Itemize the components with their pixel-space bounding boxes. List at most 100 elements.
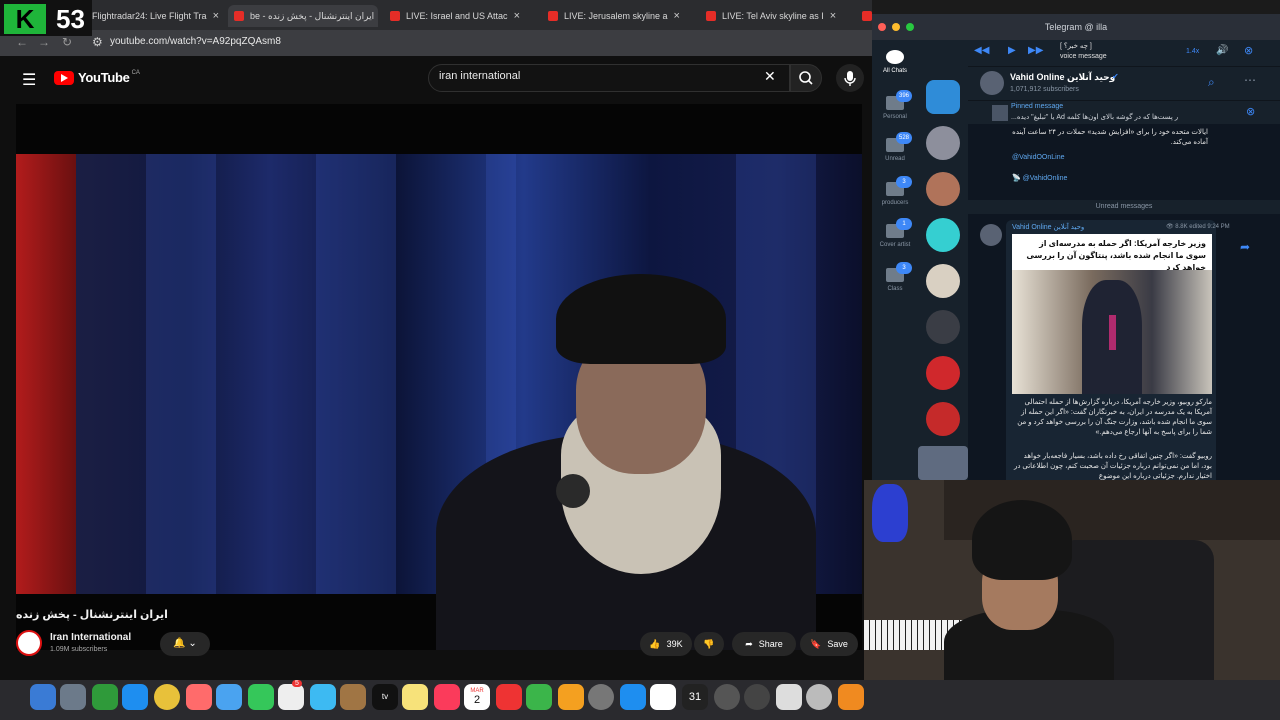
notes-icon[interactable]: 5 [278, 680, 304, 710]
post-author[interactable]: Vahid Online وحید آنلاین [1012, 223, 1084, 231]
folder-all-chats[interactable]: All Chats [872, 50, 918, 74]
search-input[interactable]: iran international [428, 64, 790, 92]
forward-icon[interactable]: → [38, 35, 50, 49]
chat-avatar[interactable] [926, 126, 960, 160]
tab-live-jerusalem[interactable]: LIVE: Jerusalem skyline a × [548, 5, 698, 27]
app-icon[interactable] [744, 684, 770, 710]
message-area: ایالات متحده خود را برای «افزایش شدید» ح… [968, 124, 1280, 480]
channel-avatar[interactable] [16, 630, 42, 656]
tab-iran-international[interactable]: be - ایران اینترنشنال - پخش زنده× [228, 5, 378, 27]
browser-tab-bar: Flightradar24: Live Flight Tra × be - ایر… [0, 0, 872, 30]
folder-personal[interactable]: 396 Personal [872, 90, 918, 120]
chat-avatar[interactable] [926, 80, 960, 114]
playback-speed[interactable]: 1.4x [1186, 48, 1199, 55]
close-icon[interactable]: × [674, 10, 680, 22]
chat-bubbles-icon [886, 50, 904, 64]
youtube-logo[interactable]: YouTube CA [54, 70, 140, 85]
search-button[interactable] [790, 64, 822, 92]
folder-class[interactable]: 3 Class [872, 262, 918, 292]
tab-live-tel-aviv[interactable]: LIVE: Tel Aviv skyline as I × [706, 5, 856, 27]
stickies-icon[interactable] [402, 684, 428, 710]
photos-icon[interactable] [186, 684, 212, 710]
facetime-icon[interactable] [248, 684, 274, 710]
chat-avatar[interactable] [926, 356, 960, 390]
handle-link[interactable]: @VahidOOnLine [1012, 154, 1065, 161]
app-icon[interactable] [340, 684, 366, 710]
url-field[interactable]: youtube.com/watch?v=A92pqZQAsm8 [110, 36, 281, 47]
voice-search-button[interactable] [836, 64, 864, 92]
close-pinned-icon[interactable]: ⊗ [1246, 105, 1255, 118]
app-store-icon[interactable] [620, 684, 646, 710]
channel-post: Vahid Online وحید آنلاین 👁 8.8K edited 9… [1006, 220, 1230, 480]
pinned-message-bar[interactable]: Pinned message ر پست‌ها که در گوشه بالای… [968, 100, 1280, 124]
chat-avatar[interactable] [926, 218, 960, 252]
like-button[interactable]: 👍 39K [640, 632, 692, 656]
author-avatar[interactable] [980, 224, 1002, 246]
back-icon[interactable]: ← [16, 35, 28, 49]
zoom-window-icon[interactable] [906, 23, 914, 31]
notion-icon[interactable] [650, 684, 676, 710]
subscriber-count: 1.09M subscribers [50, 646, 108, 653]
reload-icon[interactable]: ↻ [62, 35, 72, 49]
launchpad-icon[interactable] [60, 684, 86, 710]
more-icon[interactable]: ⋯ [1244, 73, 1256, 87]
close-player-icon[interactable]: ⊗ [1244, 44, 1253, 57]
forward-icon[interactable]: ➦ [1240, 240, 1250, 254]
close-window-icon[interactable] [878, 23, 886, 31]
folder-unread[interactable]: 528 Unread [872, 132, 918, 162]
pages-icon[interactable] [558, 684, 584, 710]
music-icon[interactable] [434, 684, 460, 710]
notification-bell-button[interactable]: 🔔 ⌄ [160, 632, 210, 656]
share-button[interactable]: ➦ Share [732, 632, 796, 656]
mail-icon[interactable] [216, 684, 242, 710]
fast-forward-icon[interactable]: ▶▶ [1028, 45, 1043, 56]
menu-icon[interactable]: ☰ [22, 70, 36, 90]
minimize-window-icon[interactable] [892, 23, 900, 31]
chat-avatar-selected[interactable] [918, 446, 968, 480]
folder-cover-artist[interactable]: 1 Cover artist [872, 218, 918, 248]
apple-tv-icon[interactable]: tv [372, 684, 398, 710]
dislike-button[interactable]: 👎 [694, 632, 724, 656]
clear-search-icon[interactable]: ✕ [764, 68, 776, 85]
app-icon[interactable] [838, 684, 864, 710]
numbers-icon[interactable] [526, 684, 552, 710]
folder-producers[interactable]: 3 producers [872, 176, 918, 206]
finder-icon[interactable] [30, 684, 56, 710]
app-icon[interactable] [776, 684, 802, 710]
eye-icon: 👁 [1166, 224, 1174, 230]
settings-icon[interactable] [588, 684, 614, 710]
handle-link-2[interactable]: 📡 @VahidOnline [1012, 174, 1067, 182]
app-icon[interactable] [92, 684, 118, 710]
volume-icon[interactable]: 🔊 [1216, 45, 1228, 56]
tab-live-israel[interactable]: LIVE: Israel and US Attac × [390, 5, 540, 27]
rewind-icon[interactable]: ◀◀ [974, 45, 989, 56]
site-settings-icon[interactable]: ⚙ [92, 35, 103, 49]
search-icon[interactable]: ⌕ [1208, 75, 1215, 90]
post-image[interactable]: وزیر خارجه آمریکا: اگر حمله به مدرسه‌ای … [1012, 234, 1212, 394]
close-icon[interactable]: × [213, 10, 219, 22]
calendar-app-icon[interactable]: 31 [682, 684, 708, 710]
freeform-icon[interactable] [310, 684, 336, 710]
channel-avatar[interactable] [980, 71, 1004, 95]
close-icon[interactable]: × [830, 10, 836, 22]
play-icon[interactable]: ▶ [1008, 45, 1016, 56]
chat-avatar[interactable] [926, 264, 960, 298]
tab-flightradar[interactable]: Flightradar24: Live Flight Tra × [92, 5, 222, 27]
news-icon[interactable] [496, 684, 522, 710]
chat-header[interactable]: Vahid Online وحید آنلاین ✔ 1,071,912 sub… [968, 66, 1280, 100]
chat-avatar[interactable] [926, 310, 960, 344]
flag-backdrop [16, 154, 76, 594]
chat-avatar[interactable] [926, 402, 960, 436]
channel-name[interactable]: Iran International [50, 632, 131, 643]
verified-icon: ✔ [1112, 72, 1119, 81]
tab-hichkas[interactable] [862, 5, 872, 27]
chat-avatar[interactable] [926, 172, 960, 206]
video-player[interactable] [16, 104, 862, 650]
app-icon[interactable] [714, 684, 740, 710]
close-icon[interactable]: × [514, 10, 520, 22]
safari-icon[interactable] [122, 684, 148, 710]
chrome-icon[interactable] [154, 684, 180, 710]
save-button[interactable]: 🔖 Save [800, 632, 858, 656]
app-icon[interactable] [806, 684, 832, 710]
calendar-icon[interactable]: MAR 2 [464, 684, 490, 710]
